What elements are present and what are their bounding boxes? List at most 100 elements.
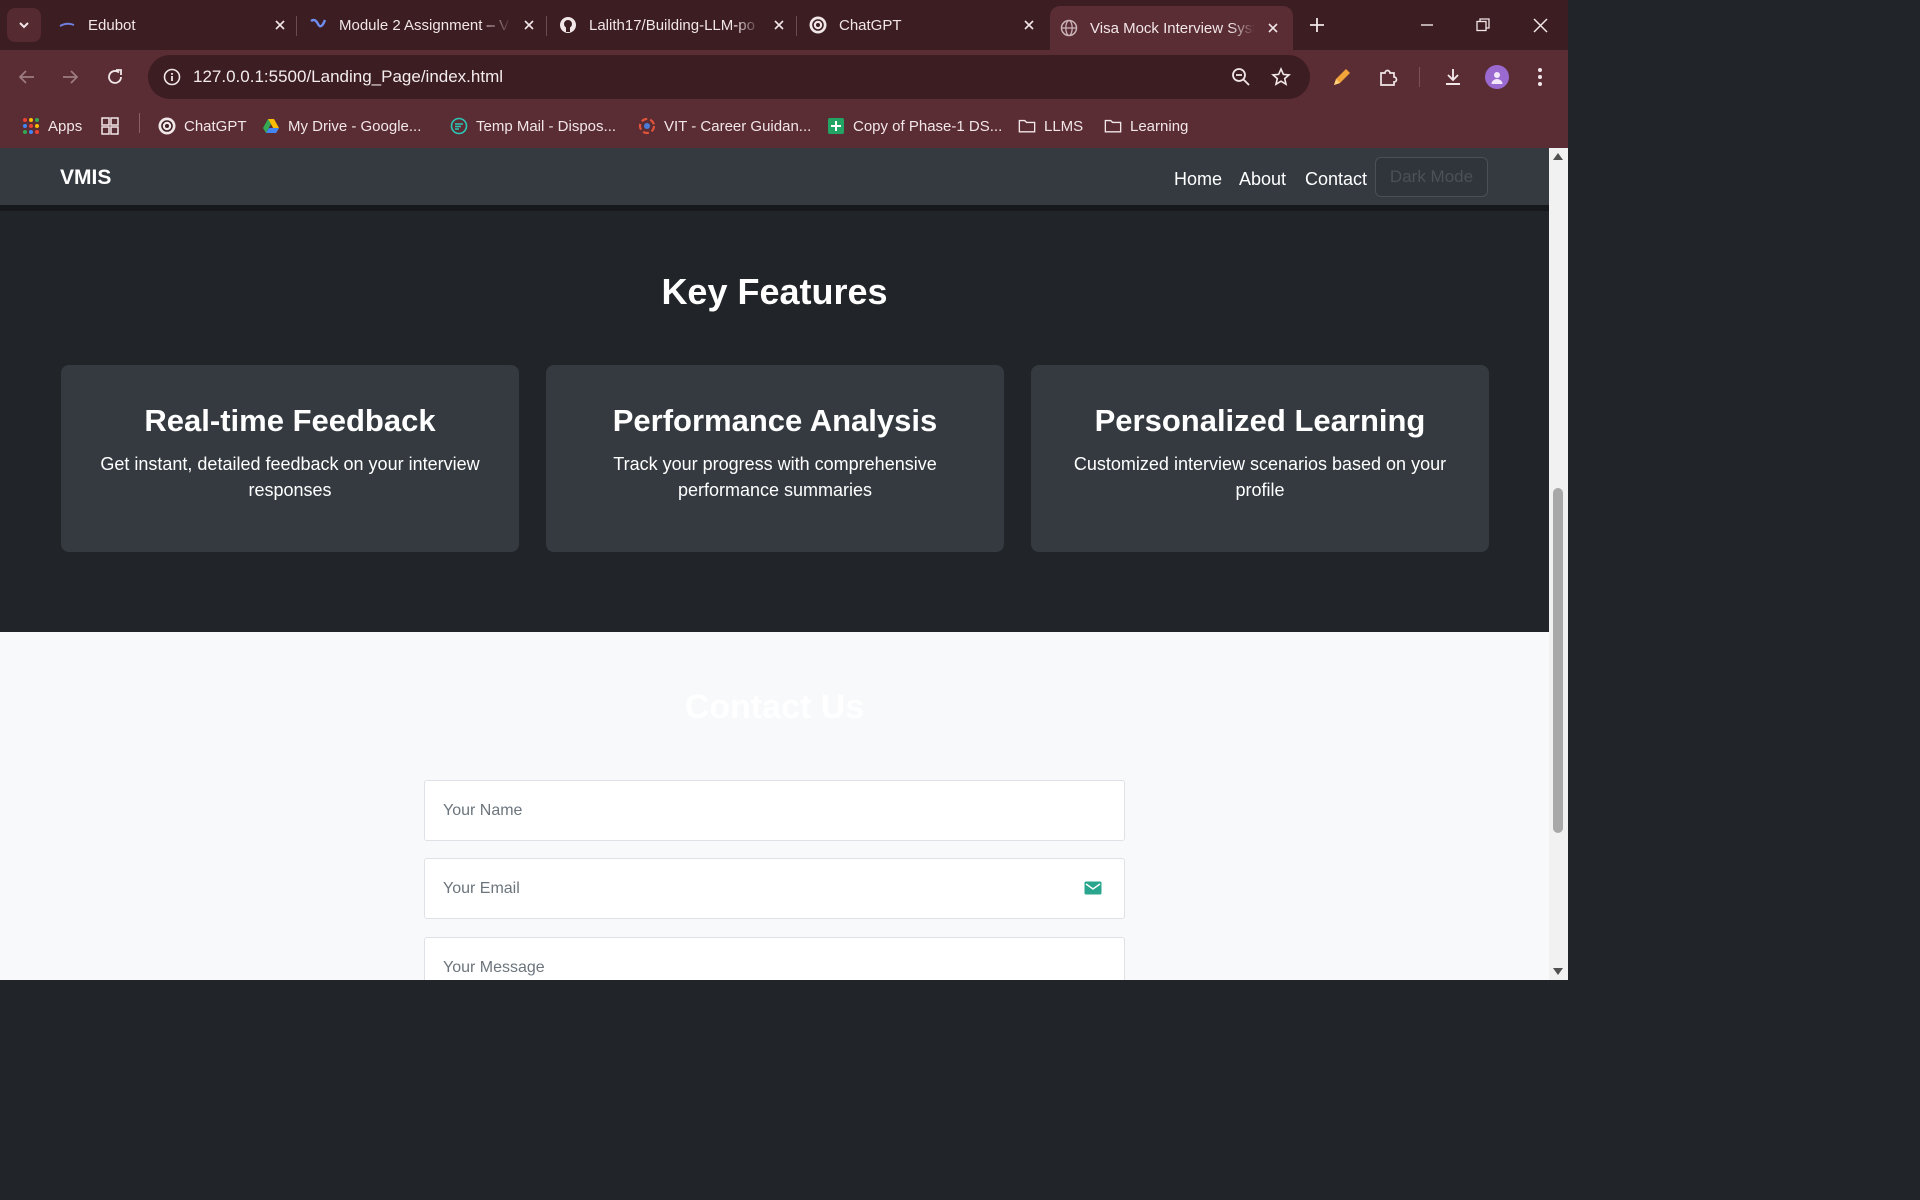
dark-mode-button[interactable]: Dark Mode <box>1375 157 1488 197</box>
nav-link-home[interactable]: Home <box>1174 169 1222 190</box>
features-heading: Key Features <box>661 271 888 312</box>
bookmark-tab-groups[interactable] <box>101 112 127 140</box>
new-tab-button[interactable] <box>1305 13 1329 37</box>
restore-button[interactable] <box>1470 12 1496 38</box>
extension-pencil-button[interactable] <box>1329 64 1355 90</box>
reload-button[interactable] <box>100 62 130 92</box>
google-sheets-icon <box>827 117 845 135</box>
globe-icon <box>1060 19 1078 37</box>
bookmark-label: Temp Mail - Dispos... <box>476 117 617 135</box>
bookmark-phase-1-sheet[interactable]: Copy of Phase-1 DS... <box>827 112 1002 140</box>
bookmarks-divider <box>139 113 140 133</box>
name-input[interactable]: Your Name <box>424 780 1125 841</box>
tab-search-button[interactable] <box>7 8 41 42</box>
bookmark-chatgpt[interactable]: ChatGPT <box>158 112 247 140</box>
restore-icon <box>1476 18 1490 32</box>
tab-divider <box>796 16 797 36</box>
email-autofill-icon[interactable] <box>1084 881 1102 895</box>
zoom-button[interactable] <box>1230 66 1252 88</box>
bookmark-star-button[interactable] <box>1270 66 1292 88</box>
site-info-button[interactable] <box>158 63 186 91</box>
tab-title: Module 2 Assignment – V <box>339 16 510 34</box>
bookmark-label: VIT - Career Guidan... <box>664 117 812 135</box>
scroll-up-arrow-icon[interactable] <box>1553 153 1563 160</box>
tab-visa-mock-interview[interactable]: Visa Mock Interview Syste <box>1050 6 1293 50</box>
feature-card-text: Track your progress with comprehensive p… <box>613 454 937 500</box>
extensions-button[interactable] <box>1375 64 1401 90</box>
site-navbar: VMIS Home About Contact Dark Mode <box>0 148 1549 211</box>
chatgpt-icon <box>158 117 176 135</box>
scroll-down-arrow-icon[interactable] <box>1553 968 1563 975</box>
email-input[interactable]: Your Email <box>424 858 1125 919</box>
back-button[interactable] <box>12 62 42 92</box>
bookmark-folder-llms[interactable]: LLMS <box>1018 112 1083 140</box>
toolbar-divider <box>1419 67 1420 87</box>
browser-toolbar: 127.0.0.1:5500/Landing_Page/index.html <box>0 50 1568 104</box>
apps-grid-icon <box>22 117 40 135</box>
feature-card-realtime-feedback: Real-time Feedback Get instant, detailed… <box>61 365 519 552</box>
profile-avatar[interactable] <box>1485 65 1509 89</box>
chevron-down-icon <box>19 22 29 29</box>
minimize-icon <box>1421 24 1433 26</box>
vit-icon <box>638 117 656 135</box>
close-icon <box>1532 17 1548 33</box>
edubot-icon <box>58 16 76 34</box>
bookmarks-bar: Apps ChatGPT My Drive - Google... Temp M… <box>0 104 1568 148</box>
tab-groups-icon <box>101 117 119 135</box>
bookmark-folder-learning[interactable]: Learning <box>1104 112 1188 140</box>
close-icon[interactable] <box>270 15 290 35</box>
forward-button[interactable] <box>55 62 85 92</box>
browser-tab-strip: Edubot Module 2 Assignment – V Lalith17/… <box>0 0 1568 50</box>
close-icon[interactable] <box>519 15 539 35</box>
bookmark-label: Copy of Phase-1 DS... <box>853 117 1003 135</box>
tab-title: Visa Mock Interview Syste <box>1090 19 1255 37</box>
message-input[interactable]: Your Message <box>424 937 1125 980</box>
contact-section: Contact Us Your Name Your Email Your Mes… <box>0 632 1549 980</box>
close-icon[interactable] <box>1019 15 1039 35</box>
github-icon <box>559 16 577 34</box>
nav-link-contact[interactable]: Contact <box>1305 169 1367 190</box>
downloads-button[interactable] <box>1440 64 1466 90</box>
tab-github-repo[interactable]: Lalith17/Building-LLM-po <box>559 6 789 44</box>
window-close-button[interactable] <box>1527 12 1553 38</box>
puzzle-icon <box>1380 69 1398 86</box>
star-icon <box>1271 67 1291 86</box>
minimize-button[interactable] <box>1414 12 1440 38</box>
reload-icon <box>108 69 122 84</box>
browser-menu-button[interactable] <box>1527 64 1553 90</box>
feature-card-text: Customized interview scenarios based on … <box>1073 454 1447 500</box>
tab-title: ChatGPT <box>839 16 902 34</box>
address-bar[interactable]: 127.0.0.1:5500/Landing_Page/index.html <box>148 55 1310 99</box>
scrollbar-thumb[interactable] <box>1553 488 1563 833</box>
tab-module-2-assignment[interactable]: Module 2 Assignment – V <box>309 6 539 44</box>
bookmark-temp-mail[interactable]: Temp Mail - Dispos... <box>450 112 616 140</box>
bookmark-apps[interactable]: Apps <box>22 112 82 140</box>
tab-title: Edubot <box>88 16 136 34</box>
user-icon <box>1491 72 1503 84</box>
more-vertical-icon <box>1538 68 1542 86</box>
close-icon[interactable] <box>769 15 789 35</box>
close-icon[interactable] <box>1263 18 1283 38</box>
url-text[interactable]: 127.0.0.1:5500/Landing_Page/index.html <box>193 55 503 99</box>
page-viewport: VMIS Home About Contact Dark Mode Key Fe… <box>0 148 1549 980</box>
site-brand[interactable]: VMIS <box>60 166 111 190</box>
bookmark-vit-career[interactable]: VIT - Career Guidan... <box>638 112 811 140</box>
temp-mail-icon <box>450 117 468 135</box>
bookmark-my-drive[interactable]: My Drive - Google... <box>262 112 421 140</box>
feature-card-performance-analysis: Performance Analysis Track your progress… <box>546 365 1004 552</box>
feature-card-text: Get instant, detailed feedback on your i… <box>100 454 480 500</box>
tab-edubot[interactable]: Edubot <box>58 6 290 44</box>
folder-icon <box>1104 117 1122 135</box>
feature-card-title: Personalized Learning <box>1094 403 1426 438</box>
info-icon <box>163 68 181 86</box>
nav-link-about[interactable]: About <box>1239 169 1286 190</box>
features-section: Key Features Real-time Feedback Get inst… <box>0 217 1549 632</box>
tab-chatgpt[interactable]: ChatGPT <box>809 6 1039 44</box>
page-scrollbar[interactable] <box>1549 148 1568 980</box>
feature-card-personalized-learning: Personalized Learning Customized intervi… <box>1031 365 1489 552</box>
bookmark-label: Learning <box>1130 117 1189 135</box>
tab-divider <box>296 16 297 36</box>
pencil-icon <box>1334 69 1350 85</box>
tab-divider <box>546 16 547 36</box>
folder-icon <box>1018 117 1036 135</box>
